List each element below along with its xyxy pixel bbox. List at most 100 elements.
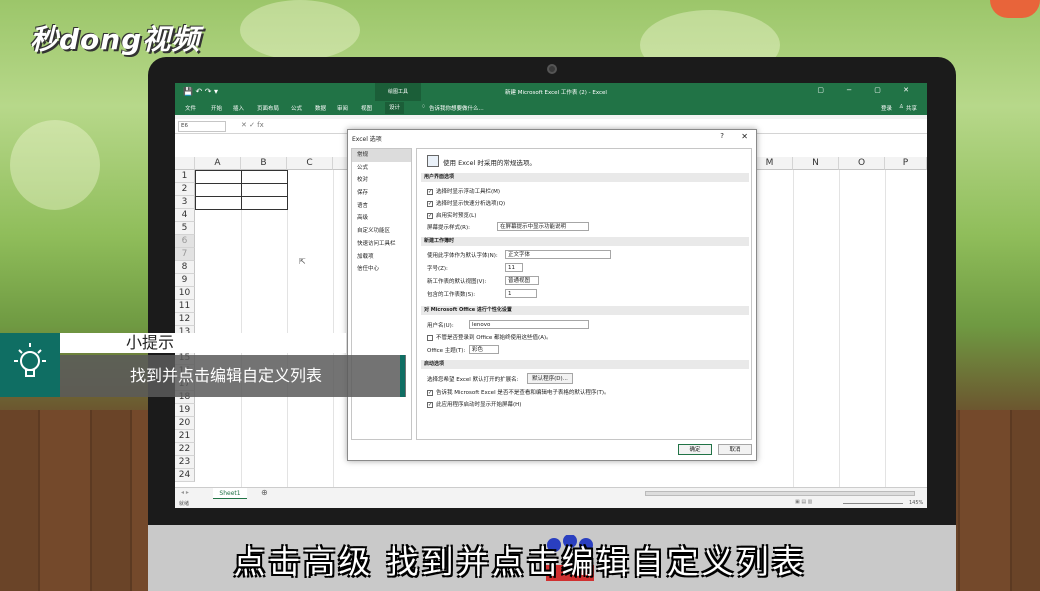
row-header[interactable]: 2 bbox=[175, 183, 195, 196]
row-header[interactable]: 7 bbox=[175, 248, 195, 261]
quick-access-toolbar[interactable]: 💾 ↶ ↷ ▾ bbox=[183, 87, 218, 96]
horizontal-scrollbar[interactable] bbox=[645, 491, 915, 496]
row-header[interactable]: 24 bbox=[175, 469, 195, 482]
ok-button[interactable]: 确定 bbox=[678, 444, 712, 455]
col-header-a[interactable]: A bbox=[195, 157, 241, 170]
screentip-select[interactable]: 在屏幕提示中显示功能说明 bbox=[497, 222, 589, 231]
share-button[interactable]: 共享 bbox=[906, 104, 917, 112]
nav-item-save[interactable]: 保存 bbox=[352, 187, 411, 200]
col-header-n[interactable]: N bbox=[793, 157, 839, 170]
nav-item-quick-access[interactable]: 快速访问工具栏 bbox=[352, 238, 411, 251]
option-always-use[interactable]: 不管是否登录到 Office 都始终使用这些值(A)。 bbox=[427, 333, 552, 341]
col-header-b[interactable]: B bbox=[241, 157, 287, 170]
row-header[interactable]: 11 bbox=[175, 300, 195, 313]
nav-item-addins[interactable]: 加载项 bbox=[352, 251, 411, 264]
grid-line bbox=[839, 170, 840, 487]
grid-line bbox=[885, 170, 886, 487]
table-border bbox=[195, 183, 288, 184]
checkbox-unchecked-icon[interactable] bbox=[427, 334, 433, 341]
person-icon: ♙ bbox=[899, 104, 904, 110]
col-header-o[interactable]: O bbox=[839, 157, 885, 170]
tab-page-layout[interactable]: 页面布局 bbox=[257, 104, 279, 112]
tab-view[interactable]: 视图 bbox=[361, 104, 372, 112]
nav-item-formulas[interactable]: 公式 bbox=[352, 162, 411, 175]
tab-formulas[interactable]: 公式 bbox=[291, 104, 302, 112]
size-select[interactable]: 11 bbox=[505, 263, 523, 272]
grid-line bbox=[241, 170, 242, 487]
sign-in-link[interactable]: 登录 bbox=[881, 104, 892, 112]
nav-item-advanced[interactable]: 高级 bbox=[352, 212, 411, 225]
sheets-stepper[interactable]: 1 bbox=[505, 289, 537, 298]
zoom-slider[interactable] bbox=[843, 503, 903, 504]
row-header[interactable]: 8 bbox=[175, 261, 195, 274]
row-header[interactable]: 4 bbox=[175, 209, 195, 222]
tab-data[interactable]: 数据 bbox=[315, 104, 326, 112]
row-header[interactable]: 21 bbox=[175, 430, 195, 443]
option-default-program[interactable]: ✓ 告诉我 Microsoft Excel 是否不是查看和编辑电子表格的默认程序(… bbox=[427, 388, 610, 396]
tab-review[interactable]: 审阅 bbox=[337, 104, 348, 112]
row-header[interactable]: 23 bbox=[175, 456, 195, 469]
view-buttons[interactable]: ▣ ▤ ▥ bbox=[795, 499, 812, 505]
ribbon-tabs: 文件 开始 插入 页面布局 公式 数据 审阅 视图 设计 ♢ 告诉我你想要做什么… bbox=[175, 101, 927, 115]
tab-insert[interactable]: 插入 bbox=[233, 104, 244, 112]
row-header[interactable]: 12 bbox=[175, 313, 195, 326]
window-controls[interactable]: ▢ − ▢ ✕ bbox=[817, 86, 919, 94]
font-label: 使用此字体作为默认字体(N): bbox=[427, 253, 498, 259]
zoom-level[interactable]: 145% bbox=[909, 500, 923, 506]
checkbox-checked-icon[interactable]: ✓ bbox=[427, 401, 433, 408]
row-header[interactable]: 20 bbox=[175, 417, 195, 430]
tab-file[interactable]: 文件 bbox=[185, 104, 196, 112]
tab-design[interactable]: 设计 bbox=[385, 102, 405, 114]
formula-buttons[interactable]: ✕ ✓ fx bbox=[241, 121, 264, 129]
theme-select[interactable]: 彩色 bbox=[469, 345, 499, 354]
checkbox-checked-icon[interactable]: ✓ bbox=[427, 389, 433, 396]
font-select[interactable]: 正文字体 bbox=[505, 250, 611, 259]
help-button[interactable]: ? bbox=[720, 132, 724, 140]
extension-label: 选择您希望 Excel 默认打开的扩展名: bbox=[427, 377, 519, 383]
cancel-button[interactable]: 取消 bbox=[718, 444, 752, 455]
username-field[interactable]: lenovo bbox=[469, 320, 589, 329]
option-start-screen[interactable]: ✓ 此应用程序启动时显示开始屏幕(H) bbox=[427, 400, 521, 408]
col-header-p[interactable]: P bbox=[885, 157, 927, 170]
sheets-label: 包含的工作表数(S): bbox=[427, 292, 476, 298]
option-live-preview[interactable]: ✓ 启用实时预览(L) bbox=[427, 211, 476, 219]
watermark-logo: 秒dong视频 bbox=[30, 23, 201, 56]
screentip-label: 屏幕提示样式(R): bbox=[427, 225, 470, 231]
option-quick-analysis[interactable]: ✓ 选择时显示快速分析选项(Q) bbox=[427, 199, 505, 207]
select-all-corner[interactable] bbox=[175, 157, 195, 170]
row-header[interactable]: 1 bbox=[175, 170, 195, 183]
checkbox-checked-icon[interactable]: ✓ bbox=[427, 212, 433, 219]
nav-item-language[interactable]: 语言 bbox=[352, 200, 411, 213]
tab-home[interactable]: 开始 bbox=[211, 104, 222, 112]
row-header[interactable]: 19 bbox=[175, 404, 195, 417]
status-bar: 就绪 ▣ ▤ ▥ 145% bbox=[175, 499, 927, 508]
tell-me-box[interactable]: 告诉我你想要做什么... bbox=[429, 104, 484, 112]
checkbox-checked-icon[interactable]: ✓ bbox=[427, 188, 433, 195]
close-icon[interactable]: ✕ bbox=[741, 132, 748, 141]
row-header[interactable]: 22 bbox=[175, 443, 195, 456]
row-header[interactable]: 3 bbox=[175, 196, 195, 209]
lightbulb-icon bbox=[0, 333, 60, 397]
nav-item-customize-ribbon[interactable]: 自定义功能区 bbox=[352, 225, 411, 238]
sheet-nav-arrows[interactable]: ◂ ▸ bbox=[181, 489, 189, 496]
table-border bbox=[241, 170, 242, 210]
context-tab-drawing-tools[interactable]: 绘图工具 bbox=[375, 83, 421, 101]
add-sheet-button[interactable]: ⊕ bbox=[261, 488, 268, 497]
view-select[interactable]: 普通视图 bbox=[505, 276, 539, 285]
lightbulb-icon: ♢ bbox=[421, 104, 426, 110]
row-header[interactable]: 9 bbox=[175, 274, 195, 287]
view-label: 新工作表的默认视图(V): bbox=[427, 279, 487, 285]
col-header-c[interactable]: C bbox=[287, 157, 333, 170]
default-programs-button[interactable]: 默认程序(D)... bbox=[527, 373, 573, 384]
background-bokeh bbox=[240, 0, 360, 60]
tip-overlay: 小提示 找到并点击编辑自定义列表 bbox=[0, 333, 406, 397]
nav-item-trust-center[interactable]: 信任中心 bbox=[352, 263, 411, 276]
name-box[interactable]: E6 bbox=[178, 121, 226, 132]
row-header[interactable]: 6 bbox=[175, 235, 195, 248]
row-header[interactable]: 5 bbox=[175, 222, 195, 235]
checkbox-checked-icon[interactable]: ✓ bbox=[427, 200, 433, 207]
nav-item-proofing[interactable]: 校对 bbox=[352, 174, 411, 187]
nav-item-general[interactable]: 常规 bbox=[352, 149, 411, 162]
option-minibar[interactable]: ✓ 选择时显示浮动工具栏(M) bbox=[427, 187, 500, 195]
row-header[interactable]: 10 bbox=[175, 287, 195, 300]
